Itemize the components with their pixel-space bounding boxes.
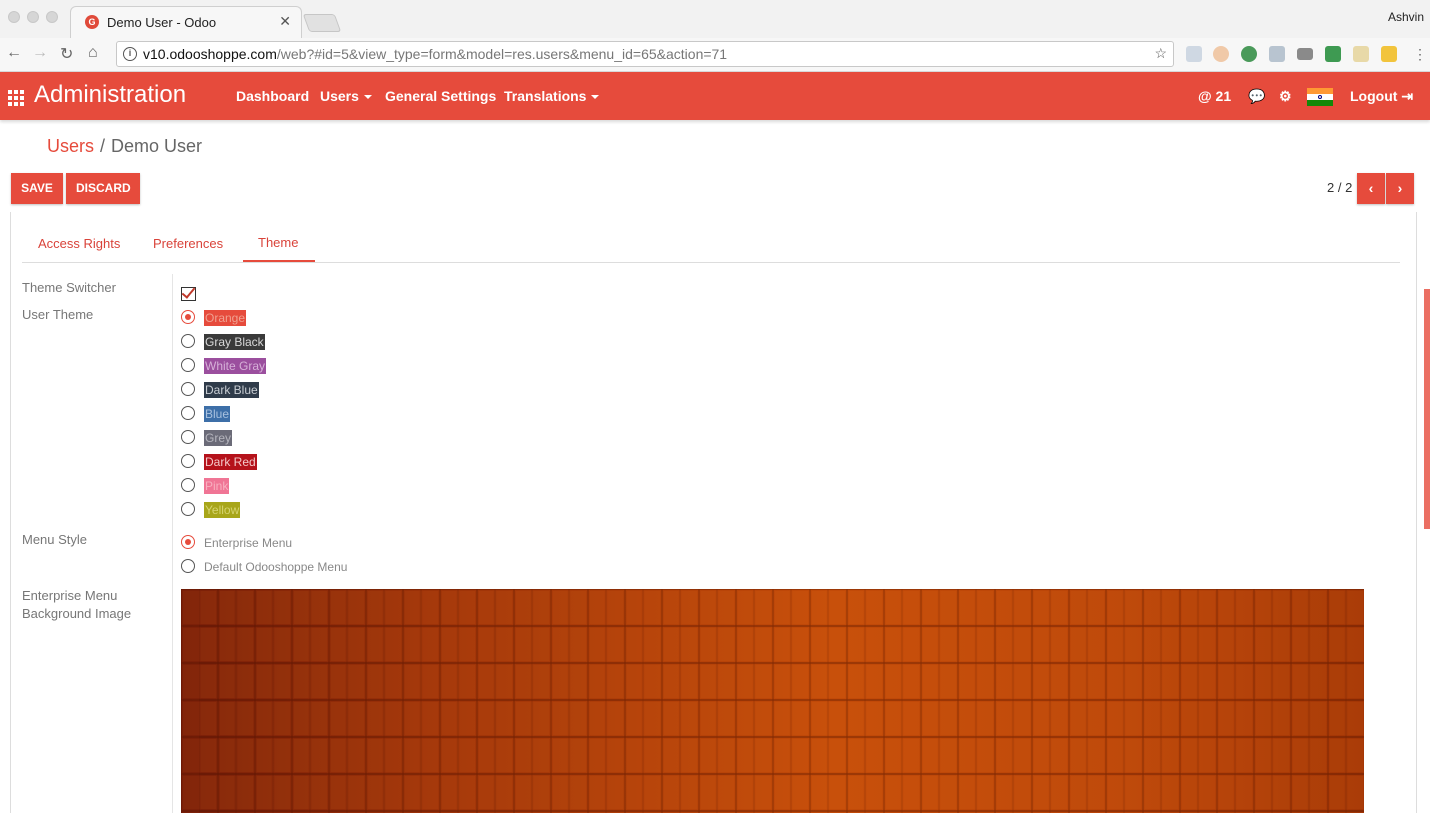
window-maximize-dot[interactable] xyxy=(46,11,58,23)
tab-close-icon[interactable]: ✕ xyxy=(279,13,291,30)
enterprise-menu-background-image[interactable] xyxy=(181,589,1364,813)
pager-value: 2 / 2 xyxy=(1327,180,1353,195)
window-close-dot[interactable] xyxy=(8,11,20,23)
menu-general-settings[interactable]: General Settings xyxy=(385,88,496,104)
breadcrumb: Users / Demo User xyxy=(47,136,202,157)
theme-switcher-label: Theme Switcher xyxy=(22,280,116,295)
browser-tab-strip: G Demo User - Odoo ✕ Ashvin xyxy=(0,0,1430,38)
page-scrollbar[interactable] xyxy=(1424,289,1430,529)
user-theme-label: User Theme xyxy=(22,307,94,322)
tiles-pattern xyxy=(181,589,1364,813)
theme-label-blue: Blue xyxy=(204,406,231,422)
menu-dashboard[interactable]: Dashboard xyxy=(236,88,309,104)
theme-label-grey: Grey xyxy=(204,430,233,446)
pager-next-button[interactable]: › xyxy=(1386,173,1414,204)
eyedropper-extension-icon[interactable] xyxy=(1269,46,1285,62)
checkmark-icon xyxy=(181,284,196,299)
menu-style-label: Menu Style xyxy=(22,532,88,547)
theme-radio-yellow[interactable] xyxy=(181,502,195,516)
address-bar[interactable]: i v10.odooshoppe.com/web?#id=5&view_type… xyxy=(116,41,1174,67)
label-column-divider xyxy=(172,274,173,813)
cast-extension-icon[interactable] xyxy=(1297,48,1313,60)
site-info-icon[interactable]: i xyxy=(123,47,137,61)
notes-extension-icon[interactable] xyxy=(1353,46,1369,62)
download-extension-icon[interactable] xyxy=(1325,46,1341,62)
menu-style-label-default: Default Odooshoppe Menu xyxy=(204,560,348,574)
chat-bubbles-icon[interactable]: 💬 xyxy=(1248,88,1265,105)
skype-extension-icon[interactable] xyxy=(1186,46,1202,62)
pager-previous-button[interactable]: ‹ xyxy=(1357,173,1385,204)
back-arrow-icon[interactable]: ← xyxy=(6,44,22,62)
bg-image-label: Enterprise Menu Background Image xyxy=(22,588,132,621)
menu-users[interactable]: Users xyxy=(320,88,372,104)
url-text: v10.odooshoppe.com/web?#id=5&view_type=f… xyxy=(143,46,728,62)
browser-toolbar: ← → ↻ ⌂ i v10.odooshoppe.com/web?#id=5&v… xyxy=(0,38,1430,72)
menu-style-radio-default[interactable] xyxy=(181,559,195,573)
theme-radio-pink[interactable] xyxy=(181,478,195,492)
odoo-navbar: Administration Dashboard Users General S… xyxy=(0,72,1430,120)
theme-radio-dark-red[interactable] xyxy=(181,454,195,468)
gear-icon[interactable]: ⚙ xyxy=(1279,88,1292,105)
theme-switcher-checkbox[interactable] xyxy=(181,284,196,301)
menu-translations[interactable]: Translations xyxy=(504,88,600,104)
sticky-extension-icon[interactable] xyxy=(1381,46,1397,62)
chevron-down-icon xyxy=(363,95,372,100)
logout-icon: ⇥ xyxy=(1401,88,1414,104)
chevron-down-icon xyxy=(591,95,600,100)
breadcrumb-separator: / xyxy=(100,136,106,156)
menu-style-label-enterprise: Enterprise Menu xyxy=(204,536,293,550)
theme-label-dark-red: Dark Red xyxy=(204,454,257,470)
app-title: Administration xyxy=(34,81,187,108)
avatar-extension-icon[interactable] xyxy=(1213,46,1229,62)
theme-label-orange: Orange xyxy=(204,310,247,326)
theme-label-pink: Pink xyxy=(204,478,230,494)
mentions-counter[interactable]: @ 21 xyxy=(1198,88,1231,104)
breadcrumb-users-link[interactable]: Users xyxy=(47,136,94,156)
discard-button[interactable]: DISCARD xyxy=(66,173,140,204)
forward-arrow-icon[interactable]: → xyxy=(32,44,48,62)
theme-label-yellow: Yellow xyxy=(204,502,241,518)
window-minimize-dot[interactable] xyxy=(27,11,39,23)
theme-label-gray-black: Gray Black xyxy=(204,334,265,350)
odoo-favicon-icon: G xyxy=(85,15,99,29)
new-tab-button[interactable] xyxy=(302,14,342,32)
save-button[interactable]: SAVE xyxy=(11,173,63,204)
logout-button[interactable]: Logout ⇥ xyxy=(1350,88,1413,105)
tab-preferences[interactable]: Preferences xyxy=(153,236,223,251)
browser-tab[interactable]: G Demo User - Odoo ✕ xyxy=(70,6,302,38)
theme-radio-orange[interactable] xyxy=(181,310,195,324)
theme-radio-white-gray[interactable] xyxy=(181,358,195,372)
tab-title: Demo User - Odoo xyxy=(107,15,217,30)
theme-radio-grey[interactable] xyxy=(181,430,195,444)
chrome-extension-icon[interactable] xyxy=(1241,46,1257,62)
reload-icon[interactable]: ↻ xyxy=(60,44,73,64)
menu-style-radio-enterprise[interactable] xyxy=(181,535,195,549)
tabs-divider xyxy=(22,262,1400,263)
browser-menu-icon[interactable]: ⋮ xyxy=(1413,46,1427,63)
theme-radio-dark-blue[interactable] xyxy=(181,382,195,396)
bookmark-star-icon[interactable]: ☆ xyxy=(1154,45,1167,62)
theme-radio-blue[interactable] xyxy=(181,406,195,420)
tab-access-rights[interactable]: Access Rights xyxy=(38,236,120,251)
tab-theme[interactable]: Theme xyxy=(258,235,298,250)
theme-radio-gray-black[interactable] xyxy=(181,334,195,348)
home-icon[interactable]: ⌂ xyxy=(88,44,98,62)
theme-label-white-gray: White Gray xyxy=(204,358,267,374)
breadcrumb-current: Demo User xyxy=(111,136,203,156)
browser-profile-name[interactable]: Ashvin xyxy=(1388,10,1424,24)
apps-grid-icon[interactable] xyxy=(8,90,24,106)
theme-label-dark-blue: Dark Blue xyxy=(204,382,259,398)
india-flag-icon[interactable] xyxy=(1307,88,1333,106)
